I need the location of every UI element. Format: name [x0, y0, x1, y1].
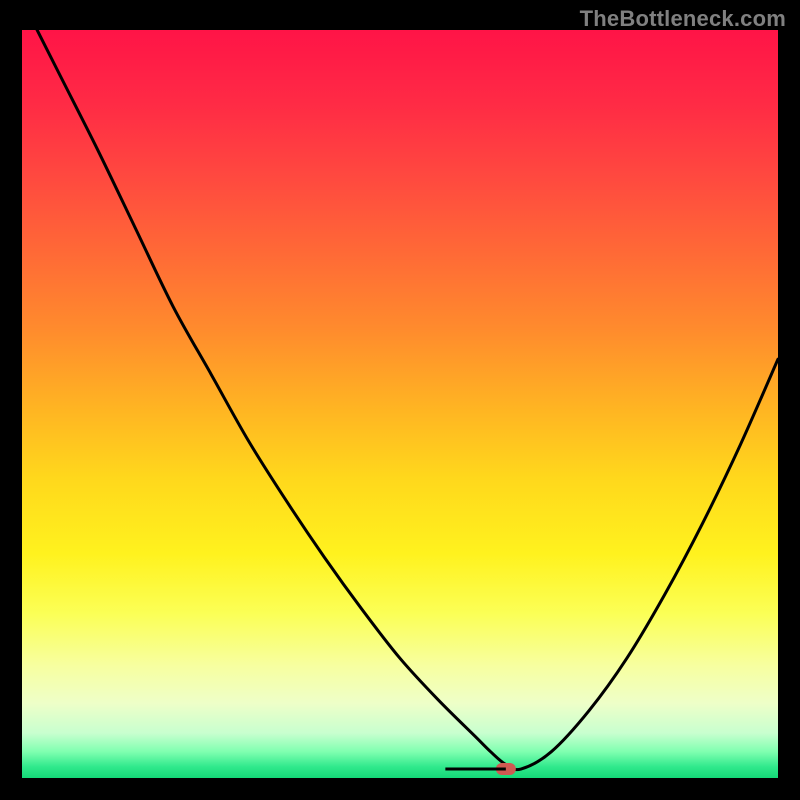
plot-area	[22, 30, 778, 778]
chart-frame: TheBottleneck.com	[0, 0, 800, 800]
watermark-text: TheBottleneck.com	[580, 6, 786, 32]
bottleneck-chart	[22, 30, 778, 778]
gradient-background	[22, 30, 778, 778]
